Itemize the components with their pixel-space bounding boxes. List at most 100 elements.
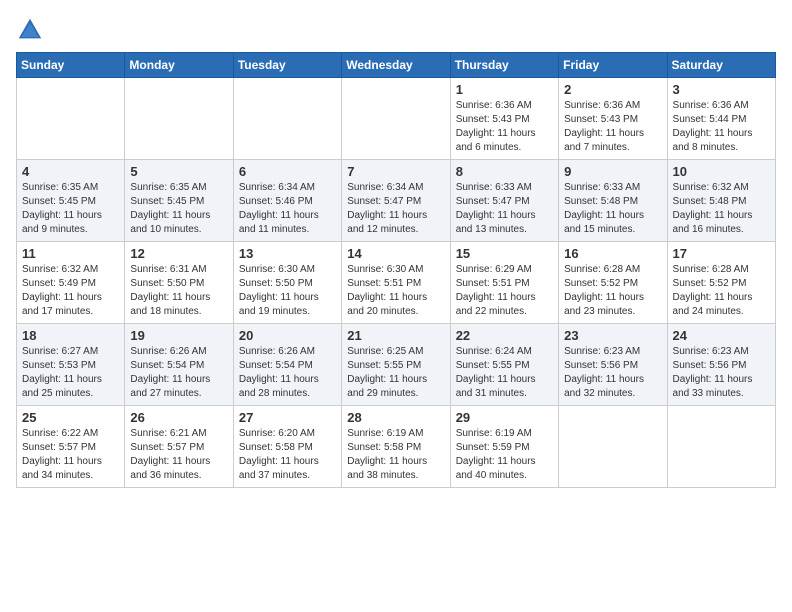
- day-number: 18: [22, 328, 119, 343]
- day-info: Sunrise: 6:26 AMSunset: 5:54 PMDaylight:…: [239, 345, 336, 401]
- calendar-cell: 9 Sunrise: 6:33 AMSunset: 5:48 PMDaylight…: [559, 160, 667, 242]
- weekday-header-row: SundayMondayTuesdayWednesdayThursdayFrid…: [17, 53, 776, 78]
- day-number: 28: [347, 410, 444, 425]
- day-info: Sunrise: 6:35 AMSunset: 5:45 PMDaylight:…: [22, 181, 119, 237]
- day-number: 2: [564, 82, 661, 97]
- day-info: Sunrise: 6:23 AMSunset: 5:56 PMDaylight:…: [564, 345, 661, 401]
- calendar-cell: 13 Sunrise: 6:30 AMSunset: 5:50 PMDayligh…: [233, 242, 341, 324]
- calendar-cell: 27 Sunrise: 6:20 AMSunset: 5:58 PMDayligh…: [233, 406, 341, 488]
- calendar-cell: [17, 78, 125, 160]
- day-number: 7: [347, 164, 444, 179]
- day-number: 9: [564, 164, 661, 179]
- calendar-cell: [559, 406, 667, 488]
- day-info: Sunrise: 6:33 AMSunset: 5:47 PMDaylight:…: [456, 181, 553, 237]
- calendar-cell: 5 Sunrise: 6:35 AMSunset: 5:45 PMDaylight…: [125, 160, 233, 242]
- day-number: 26: [130, 410, 227, 425]
- day-number: 13: [239, 246, 336, 261]
- calendar-cell: 19 Sunrise: 6:26 AMSunset: 5:54 PMDayligh…: [125, 324, 233, 406]
- day-number: 6: [239, 164, 336, 179]
- day-number: 3: [673, 82, 770, 97]
- calendar-cell: 10 Sunrise: 6:32 AMSunset: 5:48 PMDayligh…: [667, 160, 775, 242]
- day-info: Sunrise: 6:24 AMSunset: 5:55 PMDaylight:…: [456, 345, 553, 401]
- day-info: Sunrise: 6:31 AMSunset: 5:50 PMDaylight:…: [130, 263, 227, 319]
- weekday-header-wednesday: Wednesday: [342, 53, 450, 78]
- day-number: 20: [239, 328, 336, 343]
- calendar-cell: 4 Sunrise: 6:35 AMSunset: 5:45 PMDaylight…: [17, 160, 125, 242]
- day-info: Sunrise: 6:23 AMSunset: 5:56 PMDaylight:…: [673, 345, 770, 401]
- calendar-cell: [233, 78, 341, 160]
- day-number: 4: [22, 164, 119, 179]
- calendar-cell: [342, 78, 450, 160]
- calendar-cell: 20 Sunrise: 6:26 AMSunset: 5:54 PMDayligh…: [233, 324, 341, 406]
- weekday-header-thursday: Thursday: [450, 53, 558, 78]
- calendar-cell: 3 Sunrise: 6:36 AMSunset: 5:44 PMDaylight…: [667, 78, 775, 160]
- day-info: Sunrise: 6:36 AMSunset: 5:44 PMDaylight:…: [673, 99, 770, 155]
- weekday-header-tuesday: Tuesday: [233, 53, 341, 78]
- calendar-cell: 1Sunrise: 6:36 AMSunset: 5:43 PMDaylight…: [450, 78, 558, 160]
- day-info: Sunrise: 6:28 AMSunset: 5:52 PMDaylight:…: [564, 263, 661, 319]
- day-info: Sunrise: 6:32 AMSunset: 5:49 PMDaylight:…: [22, 263, 119, 319]
- calendar-table: SundayMondayTuesdayWednesdayThursdayFrid…: [16, 52, 776, 488]
- calendar-cell: [125, 78, 233, 160]
- logo-icon: [16, 16, 44, 44]
- day-number: 27: [239, 410, 336, 425]
- calendar-cell: 7Sunrise: 6:34 AMSunset: 5:47 PMDaylight…: [342, 160, 450, 242]
- day-info: Sunrise: 6:20 AMSunset: 5:58 PMDaylight:…: [239, 427, 336, 483]
- calendar-cell: 29 Sunrise: 6:19 AMSunset: 5:59 PMDayligh…: [450, 406, 558, 488]
- day-number: 8: [456, 164, 553, 179]
- calendar-cell: 17 Sunrise: 6:28 AMSunset: 5:52 PMDayligh…: [667, 242, 775, 324]
- calendar-cell: 2 Sunrise: 6:36 AMSunset: 5:43 PMDaylight…: [559, 78, 667, 160]
- calendar-cell: 18 Sunrise: 6:27 AMSunset: 5:53 PMDayligh…: [17, 324, 125, 406]
- week-row-4: 18 Sunrise: 6:27 AMSunset: 5:53 PMDayligh…: [17, 324, 776, 406]
- calendar-cell: 16 Sunrise: 6:28 AMSunset: 5:52 PMDayligh…: [559, 242, 667, 324]
- day-info: Sunrise: 6:33 AMSunset: 5:48 PMDaylight:…: [564, 181, 661, 237]
- day-number: 16: [564, 246, 661, 261]
- day-number: 19: [130, 328, 227, 343]
- weekday-header-sunday: Sunday: [17, 53, 125, 78]
- calendar-cell: 25 Sunrise: 6:22 AMSunset: 5:57 PMDayligh…: [17, 406, 125, 488]
- day-info: Sunrise: 6:32 AMSunset: 5:48 PMDaylight:…: [673, 181, 770, 237]
- day-info: Sunrise: 6:28 AMSunset: 5:52 PMDaylight:…: [673, 263, 770, 319]
- day-info: Sunrise: 6:36 AMSunset: 5:43 PMDaylight:…: [456, 99, 553, 155]
- day-number: 10: [673, 164, 770, 179]
- day-info: Sunrise: 6:26 AMSunset: 5:54 PMDaylight:…: [130, 345, 227, 401]
- calendar-cell: [667, 406, 775, 488]
- day-number: 21: [347, 328, 444, 343]
- day-number: 14: [347, 246, 444, 261]
- day-info: Sunrise: 6:27 AMSunset: 5:53 PMDaylight:…: [22, 345, 119, 401]
- day-info: Sunrise: 6:19 AMSunset: 5:59 PMDaylight:…: [456, 427, 553, 483]
- calendar-cell: 21 Sunrise: 6:25 AMSunset: 5:55 PMDayligh…: [342, 324, 450, 406]
- calendar-cell: 23 Sunrise: 6:23 AMSunset: 5:56 PMDayligh…: [559, 324, 667, 406]
- calendar-cell: 28 Sunrise: 6:19 AMSunset: 5:58 PMDayligh…: [342, 406, 450, 488]
- day-number: 23: [564, 328, 661, 343]
- weekday-header-friday: Friday: [559, 53, 667, 78]
- day-number: 25: [22, 410, 119, 425]
- day-info: Sunrise: 6:30 AMSunset: 5:50 PMDaylight:…: [239, 263, 336, 319]
- calendar-cell: 12 Sunrise: 6:31 AMSunset: 5:50 PMDayligh…: [125, 242, 233, 324]
- logo: [16, 16, 48, 44]
- day-info: Sunrise: 6:25 AMSunset: 5:55 PMDaylight:…: [347, 345, 444, 401]
- day-info: Sunrise: 6:34 AMSunset: 5:46 PMDaylight:…: [239, 181, 336, 237]
- day-info: Sunrise: 6:22 AMSunset: 5:57 PMDaylight:…: [22, 427, 119, 483]
- day-info: Sunrise: 6:30 AMSunset: 5:51 PMDaylight:…: [347, 263, 444, 319]
- weekday-header-monday: Monday: [125, 53, 233, 78]
- day-info: Sunrise: 6:29 AMSunset: 5:51 PMDaylight:…: [456, 263, 553, 319]
- week-row-2: 4 Sunrise: 6:35 AMSunset: 5:45 PMDaylight…: [17, 160, 776, 242]
- day-number: 12: [130, 246, 227, 261]
- day-number: 5: [130, 164, 227, 179]
- day-number: 15: [456, 246, 553, 261]
- day-info: Sunrise: 6:36 AMSunset: 5:43 PMDaylight:…: [564, 99, 661, 155]
- day-number: 11: [22, 246, 119, 261]
- calendar-cell: 11 Sunrise: 6:32 AMSunset: 5:49 PMDayligh…: [17, 242, 125, 324]
- day-number: 29: [456, 410, 553, 425]
- weekday-header-saturday: Saturday: [667, 53, 775, 78]
- calendar-cell: 8 Sunrise: 6:33 AMSunset: 5:47 PMDaylight…: [450, 160, 558, 242]
- day-number: 17: [673, 246, 770, 261]
- day-info: Sunrise: 6:19 AMSunset: 5:58 PMDaylight:…: [347, 427, 444, 483]
- calendar-cell: 6 Sunrise: 6:34 AMSunset: 5:46 PMDaylight…: [233, 160, 341, 242]
- week-row-1: 1Sunrise: 6:36 AMSunset: 5:43 PMDaylight…: [17, 78, 776, 160]
- day-info: Sunrise: 6:35 AMSunset: 5:45 PMDaylight:…: [130, 181, 227, 237]
- calendar-cell: 22Sunrise: 6:24 AMSunset: 5:55 PMDayligh…: [450, 324, 558, 406]
- calendar-cell: 14 Sunrise: 6:30 AMSunset: 5:51 PMDayligh…: [342, 242, 450, 324]
- day-number: 24: [673, 328, 770, 343]
